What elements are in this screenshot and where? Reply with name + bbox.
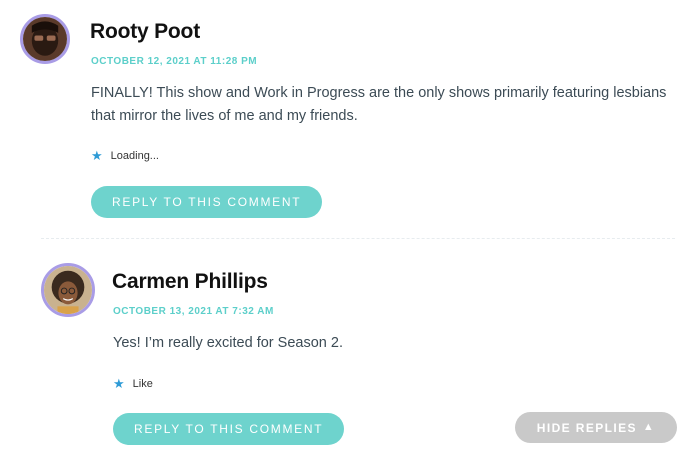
comment-author[interactable]: Rooty Poot bbox=[90, 20, 200, 44]
comment-divider bbox=[41, 238, 675, 239]
avatar-image bbox=[44, 266, 92, 314]
comment-date[interactable]: OCTOBER 13, 2021 AT 7:32 AM bbox=[113, 306, 274, 317]
hide-replies-button[interactable]: HIDE REPLIES ▲ bbox=[515, 412, 677, 443]
comment-text: Yes! I’m really excited for Season 2. bbox=[113, 335, 343, 351]
avatar[interactable] bbox=[20, 14, 70, 64]
comment-date[interactable]: OCTOBER 12, 2021 AT 11:28 PM bbox=[91, 56, 257, 67]
star-icon: ★ bbox=[113, 376, 125, 391]
triangle-up-icon: ▲ bbox=[642, 421, 656, 433]
star-icon: ★ bbox=[91, 148, 103, 163]
reply-button[interactable]: REPLY TO THIS COMMENT bbox=[113, 413, 345, 445]
avatar[interactable] bbox=[41, 263, 95, 317]
comment-author[interactable]: Carmen Phillips bbox=[112, 270, 268, 294]
like-label: Loading... bbox=[110, 149, 159, 162]
like-widget[interactable]: ★ Loading... bbox=[91, 149, 159, 162]
reply-button[interactable]: REPLY TO THIS COMMENT bbox=[91, 186, 323, 218]
avatar-image bbox=[23, 17, 67, 61]
hide-replies-label: HIDE REPLIES bbox=[536, 420, 637, 435]
like-button[interactable]: ★ Like bbox=[113, 377, 153, 390]
comment-text: FINALLY! This show and Work in Progress … bbox=[91, 85, 667, 124]
like-label: Like bbox=[132, 377, 153, 390]
